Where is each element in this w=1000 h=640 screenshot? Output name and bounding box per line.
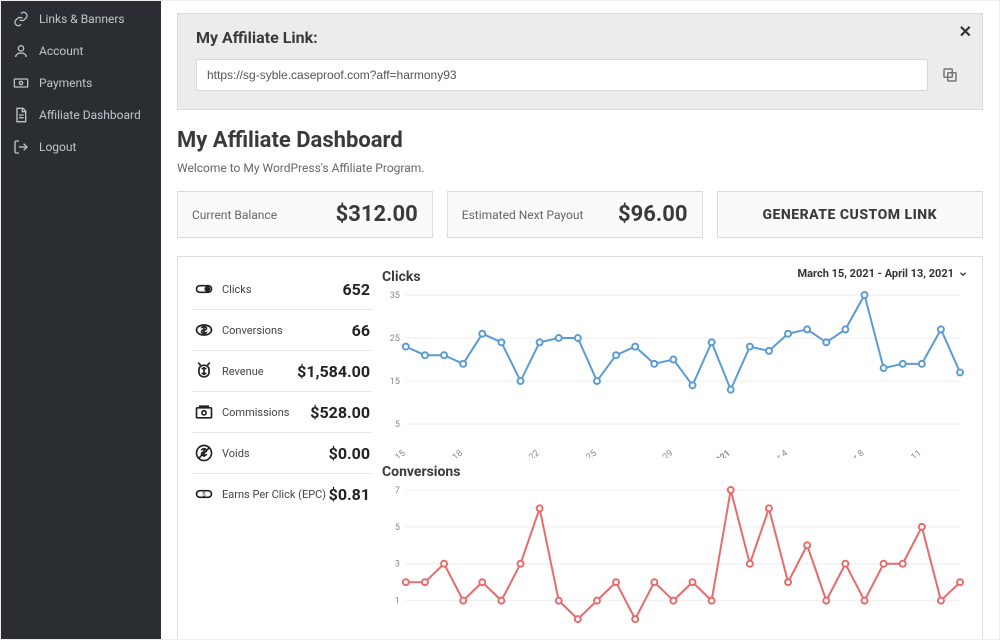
chart-block: Conversions1357Mar 15Mar 18Mar 22Mar 25M… (382, 464, 968, 639)
svg-text:$: $ (202, 491, 206, 499)
conversions-icon (194, 320, 214, 340)
link-icon (13, 11, 29, 27)
svg-text:Mar 25: Mar 25 (571, 449, 599, 458)
svg-text:5: 5 (395, 523, 400, 533)
svg-text:Mar 18: Mar 18 (437, 449, 465, 458)
stats-panel: Clicks 652 Conversions 66 Revenue (177, 256, 983, 639)
welcome-text: Welcome to My WordPress's Affiliate Prog… (177, 161, 983, 175)
file-icon (13, 107, 29, 123)
stat-label: Earns Per Click (EPC) (222, 488, 326, 501)
svg-text:1: 1 (395, 596, 400, 606)
svg-text:Mar 29: Mar 29 (648, 449, 676, 458)
stat-value: 652 (342, 280, 370, 299)
svg-text:Apr 8: Apr 8 (844, 449, 867, 458)
generate-label: GENERATE CUSTOM LINK (762, 207, 937, 223)
affiliate-link-card: ✕ My Affiliate Link: (177, 13, 983, 110)
stat-label: Clicks (222, 283, 252, 296)
sidebar-item-links-banners[interactable]: Links & Banners (1, 3, 161, 35)
cash-icon (13, 75, 29, 91)
logout-icon (13, 139, 29, 155)
svg-text:3: 3 (395, 560, 400, 570)
date-range-label: March 15, 2021 - April 13, 2021 (798, 267, 954, 280)
svg-text:35: 35 (390, 291, 400, 301)
svg-text:Apr 4: Apr 4 (767, 449, 790, 458)
epc-icon: $ (194, 484, 214, 504)
balance-value: $312.00 (336, 202, 418, 227)
affiliate-link-heading: My Affiliate Link: (196, 28, 964, 47)
generate-custom-link-button[interactable]: GENERATE CUSTOM LINK (717, 191, 984, 238)
user-icon (13, 43, 29, 59)
revenue-icon (194, 361, 214, 381)
copy-icon[interactable] (936, 61, 964, 89)
svg-text:15: 15 (390, 377, 400, 387)
balance-label: Current Balance (192, 208, 277, 222)
tile-next-payout: Estimated Next Payout $96.00 (447, 191, 703, 238)
sidebar-item-label: Account (39, 44, 83, 58)
sidebar-item-logout[interactable]: Logout (1, 131, 161, 163)
svg-text:7: 7 (395, 486, 400, 496)
stat-row-revenue: Revenue $1,584.00 (192, 350, 372, 391)
stats-column: Clicks 652 Conversions 66 Revenue (192, 269, 372, 639)
date-range-picker[interactable]: March 15, 2021 - April 13, 2021 (798, 267, 968, 280)
svg-text:Apr 2021: Apr 2021 (698, 449, 733, 458)
page-title: My Affiliate Dashboard (177, 128, 983, 153)
stat-value: 66 (352, 321, 370, 340)
sidebar: Links & Banners Account Payments Affilia… (1, 1, 161, 639)
svg-text:Apr 11: Apr 11 (897, 449, 923, 458)
sidebar-item-label: Links & Banners (39, 12, 125, 26)
stat-row-epc: $ Earns Per Click (EPC) $0.81 (192, 473, 372, 514)
stat-label: Revenue (222, 365, 264, 378)
chart-title: Conversions (382, 464, 968, 480)
payout-value: $96.00 (618, 202, 688, 227)
stat-value: $528.00 (310, 403, 370, 422)
stat-row-clicks: Clicks 652 (192, 269, 372, 309)
stat-value: $0.81 (329, 485, 370, 504)
clicks-icon (194, 279, 214, 299)
stat-row-commissions: Commissions $528.00 (192, 391, 372, 432)
tile-current-balance: Current Balance $312.00 (177, 191, 433, 238)
affiliate-link-input[interactable] (196, 59, 928, 91)
chevron-down-icon (958, 269, 968, 279)
sidebar-item-payments[interactable]: Payments (1, 67, 161, 99)
sidebar-item-label: Affiliate Dashboard (39, 108, 141, 122)
voids-icon (194, 443, 214, 463)
sidebar-item-label: Payments (39, 76, 92, 90)
svg-text:25: 25 (390, 334, 400, 344)
stat-value: $0.00 (329, 444, 370, 463)
sidebar-item-affiliate-dashboard[interactable]: Affiliate Dashboard (1, 99, 161, 131)
svg-text:Mar 22: Mar 22 (514, 449, 542, 458)
charts-column: March 15, 2021 - April 13, 2021 Clicks51… (382, 269, 968, 639)
stat-row-conversions: Conversions 66 (192, 309, 372, 350)
chart-block: Clicks5152535Mar 15Mar 18Mar 22Mar 25Mar… (382, 269, 968, 458)
sidebar-item-account[interactable]: Account (1, 35, 161, 67)
chart-clicks: 5 15 25 35 Mar 15 Mar 18 Mar 22 Mar 25 Mar 29 Apr… (382, 289, 968, 458)
svg-text:5: 5 (395, 420, 400, 430)
main-content: ✕ My Affiliate Link: My Affiliate Dashbo… (161, 1, 999, 639)
sidebar-item-label: Logout (39, 140, 76, 154)
stat-label: Voids (222, 447, 250, 460)
close-icon[interactable]: ✕ (959, 22, 972, 41)
commissions-icon (194, 402, 214, 422)
stat-value: $1,584.00 (297, 362, 370, 381)
svg-text:Mar 15: Mar 15 (382, 449, 408, 458)
stat-label: Conversions (222, 324, 283, 337)
payout-label: Estimated Next Payout (462, 208, 584, 222)
stat-label: Commissions (222, 406, 289, 419)
stat-row-voids: Voids $0.00 (192, 432, 372, 473)
chart-conversions: 1357Mar 15Mar 18Mar 22Mar 25Mar 29Apr 20… (382, 484, 968, 639)
